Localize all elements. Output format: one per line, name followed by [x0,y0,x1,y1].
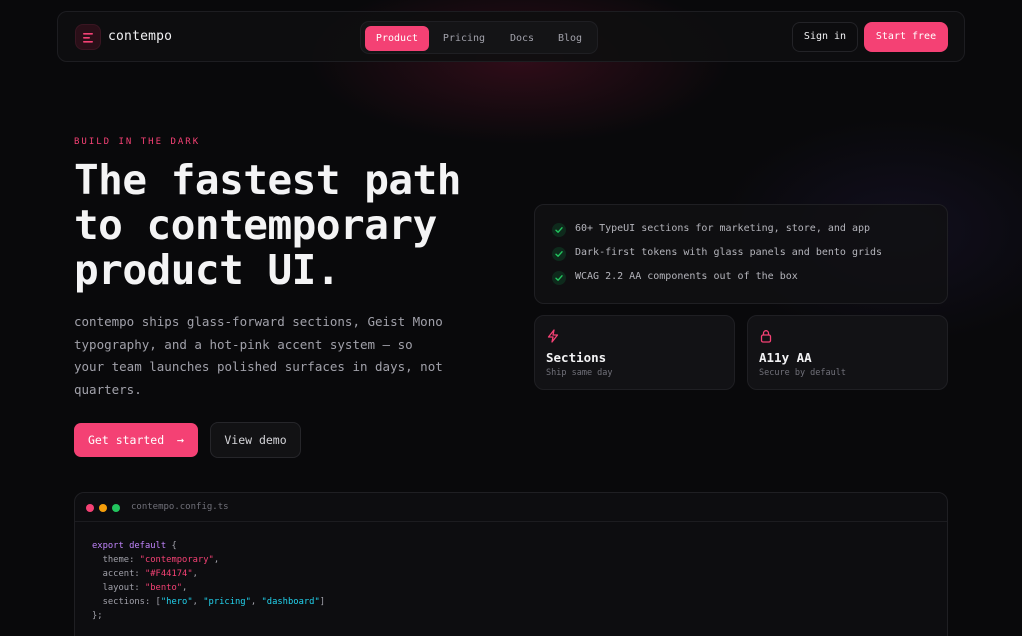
nav-link-product[interactable]: Product [365,26,429,51]
headline-line-2: to contemporary [74,201,437,249]
nav-link-blog[interactable]: Blog [547,26,593,51]
arrow-right-icon: → [176,433,184,447]
code-string: "bento" [144,583,183,593]
sign-in-button[interactable]: Sign in [792,22,858,52]
hero-eyebrow: BUILD IN THE DARK [74,137,201,147]
card-title: Sections [546,350,607,365]
code-string: "hero" [160,597,193,607]
headline-line-1: The fastest path [74,156,461,204]
hero-headline: The fastest path to contemporary product… [74,158,494,293]
bolt-icon [546,328,560,347]
code-key: layout: [92,583,145,593]
code-punct: { [166,541,177,551]
feature-text: WCAG 2.2 AA components out of the box [575,271,798,282]
code-window-header: contempo.config.ts [75,493,947,522]
window-dot-orange [99,504,107,512]
code-keyword: export default [92,541,167,551]
code-punct: , [192,569,198,579]
hero-description: contempo ships glass-forward sections, G… [74,314,443,397]
code-string: "dashboard" [261,597,320,607]
sections-card: Sections Ship same day [534,315,735,390]
nav-link-pricing[interactable]: Pricing [433,26,495,51]
code-punct: , [213,555,220,565]
code-punct: }; [92,611,103,621]
code-string: "pricing" [203,597,251,607]
features-panel: 60+ TypeUI sections for marketing, store… [534,204,948,304]
code-key: sections: [ [92,597,161,607]
lock-icon [759,328,773,347]
card-title: A11y AA [759,350,812,365]
check-icon [552,223,566,237]
code-window: contempo.config.ts export default { them… [74,492,948,636]
feature-text: Dark-first tokens with glass panels and … [575,247,883,258]
code-string: "#F44174" [144,569,193,579]
start-free-button[interactable]: Start free [864,22,948,52]
feature-text: 60+ TypeUI sections for marketing, store… [575,223,871,234]
card-subtitle: Secure by default [759,368,846,378]
nav-links: Product Pricing Docs Blog [360,21,598,54]
window-dot-red [86,504,94,512]
check-icon [552,271,566,285]
nav-link-docs[interactable]: Docs [499,26,545,51]
view-demo-button[interactable]: View demo [210,422,301,458]
code-key: accent: [92,569,145,579]
code-punct: , [182,583,188,593]
code-key: theme: [92,555,140,565]
code-punct: ] [319,597,326,607]
card-subtitle: Ship same day [546,368,613,378]
code-string: "contemporary" [139,555,214,565]
get-started-button[interactable]: Get started → [74,423,198,457]
get-started-label: Get started [88,433,165,447]
headline-line-3: product UI. [74,246,341,294]
top-navbar: contempo Product Pricing Docs Blog Sign … [57,11,965,62]
code-punct: , [192,597,204,607]
window-dot-green [112,504,120,512]
code-filename: contempo.config.ts [131,502,229,512]
brand-name[interactable]: contempo [108,29,172,44]
code-content: export default { theme: "contemporary", … [92,539,325,623]
menu-icon[interactable] [75,24,101,50]
check-icon [552,247,566,261]
code-punct: , [250,597,262,607]
accessibility-card: A11y AA Secure by default [747,315,948,390]
